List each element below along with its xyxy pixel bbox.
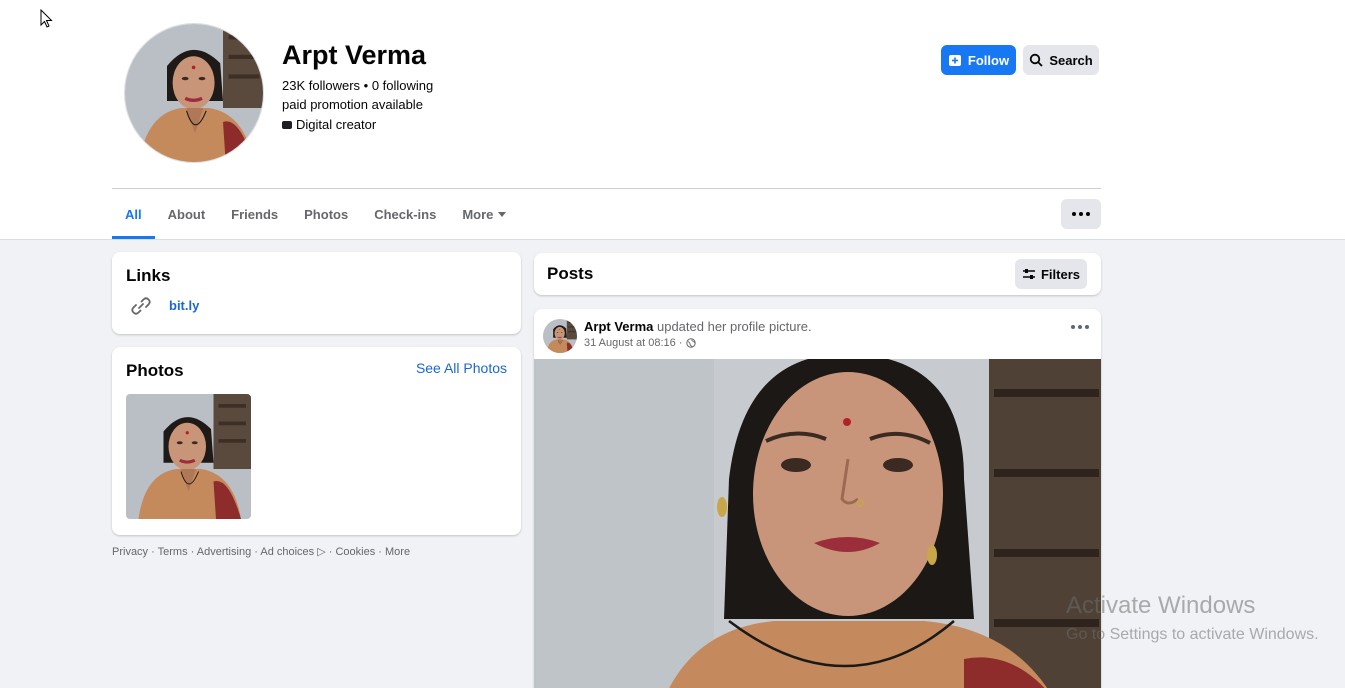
follow-button[interactable]: Follow	[941, 45, 1016, 75]
ad-choices-icon: ▷	[317, 546, 326, 558]
tab-check-ins[interactable]: Check-ins	[361, 189, 449, 239]
post-meta: 31 August at 08:16 ·	[584, 337, 697, 349]
search-icon	[1030, 53, 1043, 67]
post-image[interactable]	[534, 359, 1101, 688]
ellipsis-icon	[1072, 212, 1076, 216]
globe-icon	[686, 338, 697, 348]
briefcase-icon	[282, 120, 292, 129]
photo-image	[126, 394, 251, 519]
tab-label: Check-ins	[374, 206, 437, 222]
tab-photos[interactable]: Photos	[291, 189, 361, 239]
search-label: Search	[1049, 52, 1093, 68]
tab-label: All	[125, 206, 142, 222]
profile-avatar[interactable]	[124, 23, 264, 163]
posts-header: Posts Filters	[534, 253, 1101, 295]
post-action: updated her profile picture.	[653, 319, 812, 334]
avatar-image	[543, 319, 577, 353]
post-options-button[interactable]	[1071, 325, 1089, 329]
mouse-cursor-icon	[40, 9, 53, 28]
profile-tabs: All About Friends Photos Check-ins More	[112, 189, 519, 239]
filters-button[interactable]: Filters	[1015, 259, 1087, 289]
links-title: Links	[126, 266, 171, 285]
post-author-name[interactable]: Arpt Verma	[584, 319, 653, 334]
tab-more[interactable]: More	[449, 189, 519, 239]
filters-label: Filters	[1040, 266, 1080, 282]
photos-title: Photos	[126, 361, 184, 380]
tab-label: Friends	[231, 206, 279, 222]
tab-friends[interactable]: Friends	[218, 189, 291, 239]
activate-windows-title: Activate Windows	[1066, 592, 1256, 619]
search-button[interactable]: Search	[1023, 45, 1099, 75]
footer-terms[interactable]: Terms	[158, 546, 188, 558]
post-headline: Arpt Verma updated her profile picture.	[584, 319, 812, 334]
links-card: Links bit.ly	[112, 252, 521, 334]
profile-category: Digital creator	[282, 117, 376, 132]
tab-label: About	[167, 206, 206, 222]
link-icon	[131, 297, 151, 315]
footer-links: Privacy · Terms · Advertising · Ad choic…	[112, 546, 411, 558]
follow-icon	[948, 55, 961, 66]
profile-options-button[interactable]	[1061, 199, 1101, 229]
follow-label: Follow	[967, 52, 1010, 68]
photos-card: Photos See All Photos	[112, 347, 521, 535]
photo-thumbnail[interactable]	[126, 394, 251, 519]
footer-cookies[interactable]: Cookies	[335, 546, 375, 558]
see-all-photos-link[interactable]: See All Photos	[416, 360, 507, 376]
profile-category-label: Digital creator	[296, 117, 377, 132]
caret-down-icon	[498, 211, 507, 217]
posts-title: Posts	[547, 264, 594, 283]
profile-picture-image	[534, 359, 1101, 688]
tab-label: More	[462, 206, 494, 222]
footer-more[interactable]: More	[385, 546, 410, 558]
post-timestamp[interactable]: 31 August at 08:16 ·	[584, 337, 682, 349]
activate-windows-subtitle: Go to Settings to activate Windows.	[1066, 626, 1319, 643]
profile-name: Arpt Verma	[282, 40, 427, 70]
post-card: Arpt Verma updated her profile picture. …	[534, 309, 1101, 688]
ellipsis-icon	[1071, 325, 1075, 329]
profile-bio: paid promotion available	[282, 97, 423, 112]
filters-icon	[1022, 269, 1035, 279]
profile-stats[interactable]: 23K followers • 0 following	[282, 78, 433, 93]
external-link[interactable]: bit.ly	[169, 298, 199, 313]
profile-photo	[125, 24, 264, 163]
tab-label: Photos	[304, 206, 349, 222]
footer-privacy[interactable]: Privacy	[112, 546, 148, 558]
footer-advertising[interactable]: Advertising	[197, 546, 251, 558]
post-author-avatar[interactable]	[543, 319, 577, 353]
footer-ad-choices[interactable]: Ad choices	[260, 546, 314, 558]
tab-about[interactable]: About	[155, 189, 219, 239]
tab-all[interactable]: All	[112, 189, 155, 239]
